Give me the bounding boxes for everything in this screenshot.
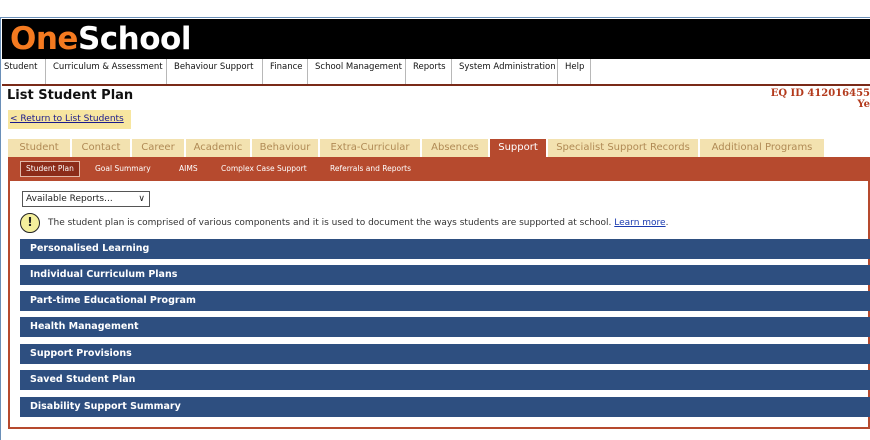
notice-trailing: . [665, 218, 669, 228]
subtab-aims[interactable]: AIMS [179, 161, 198, 177]
subtab-complex-case-support[interactable]: Complex Case Support [221, 161, 307, 177]
eq-id-value: EQ ID 412016455 [770, 88, 870, 99]
support-subtabs: Student Plan Goal Summary AIMS Complex C… [10, 157, 870, 181]
section-individual-curriculum-plans[interactable]: Individual Curriculum Plans [20, 265, 870, 285]
notice-message: The student plan is comprised of various… [48, 218, 612, 228]
menu-item-curriculum-assessment[interactable]: Curriculum & Assessment [46, 59, 167, 84]
page-title: List Student Plan [7, 88, 134, 103]
menu-item-finance[interactable]: Finance [263, 59, 308, 84]
main-menu: Student Curriculum & Assessment Behaviou… [2, 59, 870, 86]
menu-item-behaviour-support[interactable]: Behaviour Support [167, 59, 263, 84]
tab-behaviour[interactable]: Behaviour [252, 139, 318, 157]
student-tabs: Student Contact Career Academic Behaviou… [8, 139, 870, 157]
tab-absences[interactable]: Absences [422, 139, 488, 157]
tab-academic[interactable]: Academic [186, 139, 250, 157]
tab-support[interactable]: Support [490, 139, 546, 157]
subtab-referrals-and-reports[interactable]: Referrals and Reports [330, 161, 411, 177]
menu-item-help[interactable]: Help [558, 59, 591, 84]
eq-id-label: EQ ID 412016455 Ye [771, 88, 870, 110]
return-to-list-link[interactable]: < Return to List Students [8, 110, 131, 129]
section-part-time-educational-program[interactable]: Part-time Educational Program [20, 291, 870, 311]
subtab-student-plan[interactable]: Student Plan [20, 161, 80, 177]
support-panel: Student Plan Goal Summary AIMS Complex C… [8, 157, 870, 429]
menu-item-system-administration[interactable]: System Administration [452, 59, 558, 84]
chevron-down-icon: ∨ [138, 194, 145, 204]
section-health-management[interactable]: Health Management [20, 317, 870, 337]
logo-one: One [10, 21, 78, 57]
info-notice: ! The student plan is comprised of vario… [20, 213, 668, 233]
section-support-provisions[interactable]: Support Provisions [20, 344, 870, 364]
section-saved-student-plan[interactable]: Saved Student Plan [20, 370, 870, 390]
menu-item-school-management[interactable]: School Management [308, 59, 406, 84]
menu-item-reports[interactable]: Reports [406, 59, 452, 84]
oneschool-logo[interactable]: OneSchool [10, 20, 191, 58]
notice-text: The student plan is comprised of various… [48, 218, 668, 228]
menu-item-student[interactable]: Student [2, 59, 46, 84]
available-reports-value: Available Reports... [26, 194, 113, 204]
available-reports-select[interactable]: Available Reports... ∨ [22, 191, 150, 207]
tab-extra-curricular[interactable]: Extra-Curricular [320, 139, 420, 157]
learn-more-link[interactable]: Learn more [614, 218, 665, 228]
tab-contact[interactable]: Contact [72, 139, 130, 157]
tab-additional-programs[interactable]: Additional Programs [700, 139, 824, 157]
tab-specialist-support-records[interactable]: Specialist Support Records [548, 139, 698, 157]
eq-id-line2: Ye [857, 99, 870, 110]
section-disability-support-summary[interactable]: Disability Support Summary [20, 397, 870, 417]
logo-school: School [77, 21, 192, 57]
subtab-goal-summary[interactable]: Goal Summary [95, 161, 151, 177]
tab-career[interactable]: Career [132, 139, 184, 157]
tab-student[interactable]: Student [8, 139, 70, 157]
app-header: OneSchool [2, 19, 870, 59]
exclamation-icon: ! [20, 213, 40, 233]
section-personalised-learning[interactable]: Personalised Learning [20, 239, 870, 259]
